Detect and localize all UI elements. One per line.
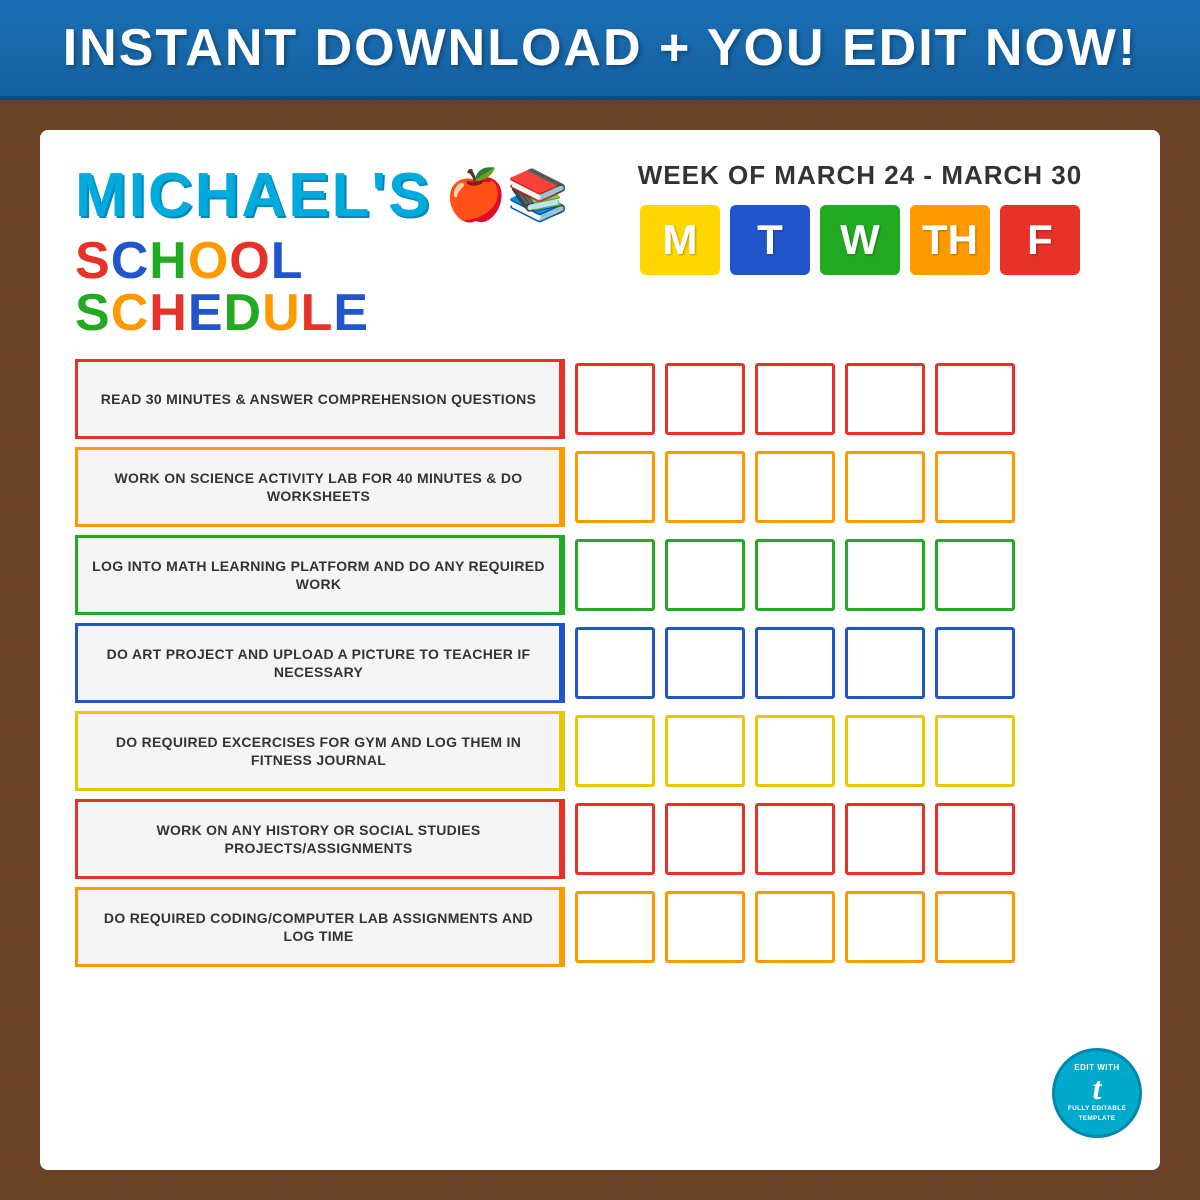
check-mon-4[interactable]: [575, 627, 655, 699]
main-card: MICHAEL'S 🍎📚 SCHOOL SCHEDULE WEEK OF MAR…: [40, 130, 1160, 1170]
table-row: READ 30 MINUTES & ANSWER COMPREHENSION Q…: [75, 359, 1125, 439]
check-cells-reading: [565, 359, 1125, 439]
check-tue-6[interactable]: [665, 803, 745, 875]
michaels-line: MICHAEL'S 🍎📚: [75, 160, 575, 231]
check-wed-6[interactable]: [755, 803, 835, 875]
week-section: WEEK OF MARCH 24 - MARCH 30 M T W TH F: [575, 160, 1125, 275]
check-wed-3[interactable]: [755, 539, 835, 611]
check-cells-gym: [565, 711, 1125, 791]
check-cells-math: [565, 535, 1125, 615]
student-name: MICHAEL'S: [75, 160, 432, 231]
check-thu-1[interactable]: [845, 363, 925, 435]
check-cells-coding: [565, 887, 1125, 967]
check-thu-6[interactable]: [845, 803, 925, 875]
check-mon-5[interactable]: [575, 715, 655, 787]
check-thu-5[interactable]: [845, 715, 925, 787]
week-title: WEEK OF MARCH 24 - MARCH 30: [638, 160, 1082, 191]
check-mon-6[interactable]: [575, 803, 655, 875]
check-fri-4[interactable]: [935, 627, 1015, 699]
header-row: MICHAEL'S 🍎📚 SCHOOL SCHEDULE WEEK OF MAR…: [75, 160, 1125, 339]
title-section: MICHAEL'S 🍎📚 SCHOOL SCHEDULE: [75, 160, 575, 339]
check-tue-1[interactable]: [665, 363, 745, 435]
check-wed-2[interactable]: [755, 451, 835, 523]
templett-badge: EDIT WITH t FULLY EDITABLE TEMPLATE: [1052, 1048, 1142, 1138]
day-wednesday: W: [820, 205, 900, 275]
top-banner: INSTANT DOWNLOAD + YOU EDIT NOW!: [0, 0, 1200, 100]
check-fri-2[interactable]: [935, 451, 1015, 523]
check-tue-3[interactable]: [665, 539, 745, 611]
check-fri-7[interactable]: [935, 891, 1015, 963]
day-thursday: TH: [910, 205, 990, 275]
banner-text: INSTANT DOWNLOAD + YOU EDIT NOW!: [0, 18, 1200, 78]
task-gym: DO REQUIRED EXCERCISES FOR GYM AND LOG T…: [75, 711, 565, 791]
check-fri-3[interactable]: [935, 539, 1015, 611]
check-fri-1[interactable]: [935, 363, 1015, 435]
check-cells-science: [565, 447, 1125, 527]
check-thu-4[interactable]: [845, 627, 925, 699]
schedule-grid: READ 30 MINUTES & ANSWER COMPREHENSION Q…: [75, 359, 1125, 1140]
task-art: DO ART PROJECT AND UPLOAD A PICTURE TO T…: [75, 623, 565, 703]
check-mon-3[interactable]: [575, 539, 655, 611]
check-fri-6[interactable]: [935, 803, 1015, 875]
check-tue-5[interactable]: [665, 715, 745, 787]
check-cells-art: [565, 623, 1125, 703]
check-wed-1[interactable]: [755, 363, 835, 435]
table-row: WORK ON ANY HISTORY OR SOCIAL STUDIES PR…: [75, 799, 1125, 879]
check-wed-5[interactable]: [755, 715, 835, 787]
task-science: WORK ON SCIENCE ACTIVITY LAB FOR 40 MINU…: [75, 447, 565, 527]
check-mon-1[interactable]: [575, 363, 655, 435]
task-reading: READ 30 MINUTES & ANSWER COMPREHENSION Q…: [75, 359, 565, 439]
table-row: DO ART PROJECT AND UPLOAD A PICTURE TO T…: [75, 623, 1125, 703]
day-friday: F: [1000, 205, 1080, 275]
table-row: DO REQUIRED CODING/COMPUTER LAB ASSIGNME…: [75, 887, 1125, 967]
task-math: LOG INTO MATH LEARNING PLATFORM AND DO A…: [75, 535, 565, 615]
table-row: LOG INTO MATH LEARNING PLATFORM AND DO A…: [75, 535, 1125, 615]
check-wed-7[interactable]: [755, 891, 835, 963]
table-row: WORK ON SCIENCE ACTIVITY LAB FOR 40 MINU…: [75, 447, 1125, 527]
day-monday: M: [640, 205, 720, 275]
day-headers: M T W TH F: [640, 205, 1080, 275]
wood-background: INSTANT DOWNLOAD + YOU EDIT NOW! MICHAEL…: [0, 0, 1200, 1200]
day-tuesday: T: [730, 205, 810, 275]
task-history: WORK ON ANY HISTORY OR SOCIAL STUDIES PR…: [75, 799, 565, 879]
check-thu-7[interactable]: [845, 891, 925, 963]
school-schedule-title: SCHOOL SCHEDULE: [75, 235, 575, 339]
check-fri-5[interactable]: [935, 715, 1015, 787]
check-wed-4[interactable]: [755, 627, 835, 699]
check-tue-2[interactable]: [665, 451, 745, 523]
check-tue-4[interactable]: [665, 627, 745, 699]
templett-sublabel: FULLY EDITABLE TEMPLATE: [1055, 1104, 1139, 1122]
templett-t-letter: t: [1093, 1072, 1102, 1104]
books-icon: 🍎📚: [445, 166, 570, 225]
task-coding: DO REQUIRED CODING/COMPUTER LAB ASSIGNME…: [75, 887, 565, 967]
check-mon-2[interactable]: [575, 451, 655, 523]
check-thu-3[interactable]: [845, 539, 925, 611]
check-tue-7[interactable]: [665, 891, 745, 963]
check-thu-2[interactable]: [845, 451, 925, 523]
check-mon-7[interactable]: [575, 891, 655, 963]
check-cells-history: [565, 799, 1125, 879]
table-row: DO REQUIRED EXCERCISES FOR GYM AND LOG T…: [75, 711, 1125, 791]
